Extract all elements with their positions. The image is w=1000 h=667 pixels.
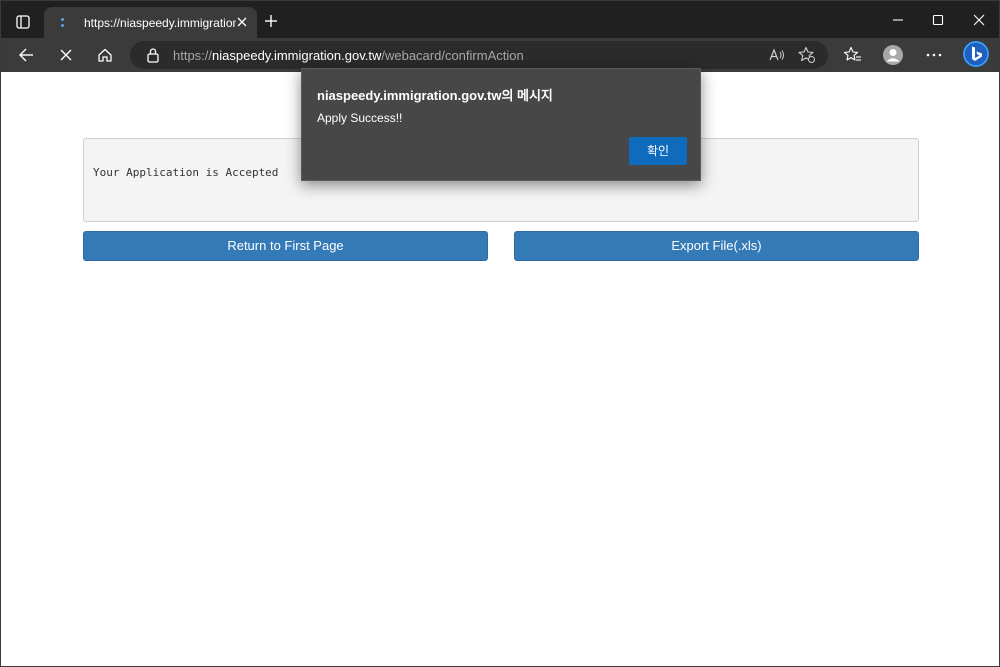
close-window-button[interactable] (964, 9, 994, 31)
tab-title: https://niaspeedy.immigration.gov.tw/web… (84, 15, 236, 30)
tab-active[interactable]: https://niaspeedy.immigration.gov.tw/web… (44, 7, 257, 38)
minimize-icon (893, 19, 903, 21)
bing-copilot-button[interactable] (962, 40, 990, 68)
profile-button[interactable] (880, 43, 906, 67)
tab-actions-icon (16, 15, 30, 29)
settings-more-button[interactable] (921, 43, 947, 67)
bing-icon (963, 41, 989, 67)
stop-loading-button[interactable] (53, 43, 79, 67)
more-dots-icon (926, 53, 942, 57)
tab-actions-button[interactable] (9, 10, 37, 34)
minimize-button[interactable] (883, 9, 913, 31)
stop-icon (60, 49, 72, 61)
status-message: Your Application is Accepted (93, 166, 279, 179)
favorites-button[interactable] (840, 43, 866, 67)
back-arrow-icon (19, 48, 33, 62)
favorites-icon (844, 46, 861, 61)
new-tab-icon[interactable] (263, 13, 279, 29)
home-button[interactable] (92, 43, 118, 67)
home-icon (98, 48, 112, 62)
read-aloud-icon[interactable] (768, 47, 786, 63)
return-first-page-button[interactable]: Return to First Page (83, 231, 488, 261)
maximize-button[interactable] (923, 9, 953, 31)
lock-icon[interactable] (146, 47, 160, 63)
browser-window: https://niaspeedy.immigration.gov.tw/web… (0, 0, 1000, 667)
close-tab-icon[interactable] (235, 15, 249, 29)
export-file-button[interactable]: Export File(.xls) (514, 231, 919, 261)
title-bar: https://niaspeedy.immigration.gov.tw/web… (1, 1, 999, 38)
dialog-title: niaspeedy.immigration.gov.tw의 메시지 (317, 88, 553, 103)
dialog-message: Apply Success!! (317, 111, 403, 125)
browser-toolbar: https://niaspeedy.immigration.gov.tw/web… (1, 38, 999, 72)
back-button[interactable] (13, 43, 39, 67)
add-favorite-icon[interactable] (798, 46, 816, 64)
close-icon (973, 14, 985, 26)
alert-dialog: niaspeedy.immigration.gov.tw의 메시지 Apply … (301, 68, 701, 181)
url-text: https://niaspeedy.immigration.gov.tw/web… (173, 48, 524, 63)
profile-avatar-icon (883, 45, 903, 65)
dialog-ok-button[interactable]: 확인 (629, 137, 687, 165)
loading-icon (54, 15, 70, 31)
maximize-icon (932, 14, 944, 26)
address-bar[interactable]: https://niaspeedy.immigration.gov.tw/web… (130, 41, 828, 69)
